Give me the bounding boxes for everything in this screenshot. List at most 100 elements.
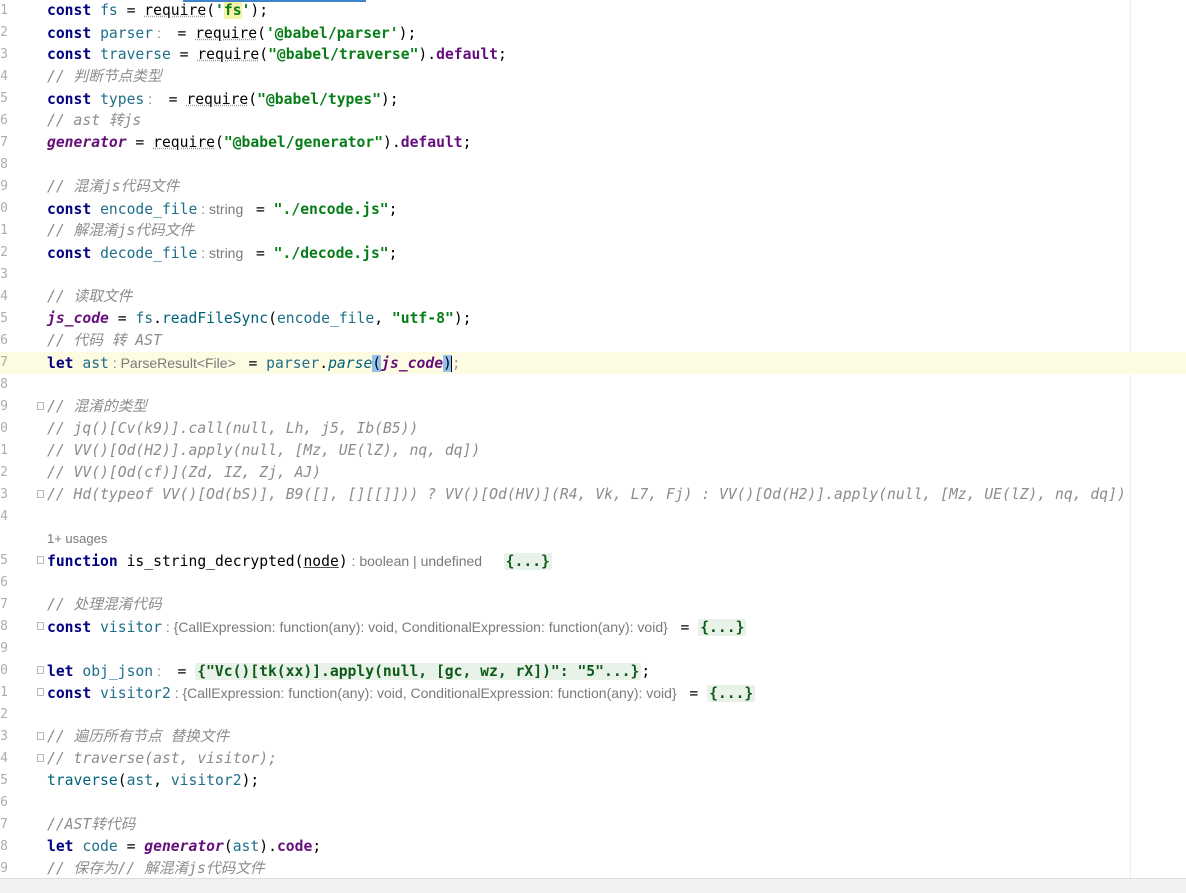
code-line-13[interactable]: 3 bbox=[0, 264, 1186, 286]
type-hint: : boolean | undefined bbox=[347, 553, 486, 569]
line-number: 5 bbox=[0, 553, 8, 568]
comment: // 混淆的类型 bbox=[47, 398, 147, 415]
folded-block[interactable]: {...} bbox=[707, 685, 756, 702]
code-line-4[interactable]: 4 // 判断节点类型 bbox=[0, 66, 1186, 88]
comment: // 代码 转 AST bbox=[47, 332, 162, 349]
type-hint: : bbox=[153, 25, 169, 41]
folded-block[interactable]: {"Vc()[tk(xx)].apply(null, [gc, wz, rX])… bbox=[195, 663, 642, 680]
comment: // jq()[Cv(k9)].call(null, Lh, j5, Ib(B5… bbox=[47, 420, 419, 437]
fold-icon[interactable] bbox=[37, 556, 44, 564]
string-literal: '@babel/parser' bbox=[265, 25, 399, 42]
line-number: 6 bbox=[0, 113, 8, 128]
type-hint: : ParseResult<File> bbox=[108, 355, 240, 371]
call: require bbox=[144, 2, 207, 19]
code-line-37[interactable]: 7 //AST转代码 bbox=[0, 814, 1186, 836]
code-line-29[interactable]: 9 bbox=[0, 638, 1186, 660]
global-variable: generator bbox=[47, 134, 127, 151]
code-line-17-current[interactable]: 7 let ast : ParseResult<File> = parser.p… bbox=[0, 352, 1186, 374]
type-hint: : {CallExpression: function(any): void, … bbox=[161, 619, 672, 635]
code-line-36[interactable]: 6 bbox=[0, 792, 1186, 814]
comment: // 读取文件 bbox=[47, 288, 133, 305]
line-number: 1 bbox=[0, 443, 8, 458]
line-number: 1 bbox=[0, 3, 8, 18]
code-line-28[interactable]: 8 const visitor : {CallExpression: funct… bbox=[0, 616, 1186, 638]
code-line-14[interactable]: 4 // 读取文件 bbox=[0, 286, 1186, 308]
type-hint: : {CallExpression: function(any): void, … bbox=[170, 685, 681, 701]
code-line-3[interactable]: 3 const traverse = require("@babel/trave… bbox=[0, 44, 1186, 66]
keyword: const bbox=[47, 2, 92, 19]
code-line-31[interactable]: 1 const visitor2 : {CallExpression: func… bbox=[0, 682, 1186, 704]
line-number: 4 bbox=[0, 751, 8, 766]
code-line-1[interactable]: 1 const fs = require('fs'); bbox=[0, 0, 1186, 22]
fold-icon[interactable] bbox=[37, 732, 44, 740]
code-line-39[interactable]: 9 // 保存为// 解混淆js代码文件 bbox=[0, 858, 1186, 878]
comment: // 处理混淆代码 bbox=[47, 596, 162, 613]
line-number: 3 bbox=[0, 487, 8, 502]
usages-hint[interactable]: 1+ usages bbox=[47, 528, 107, 550]
code-line-5[interactable]: 5 const types : = require("@babel/types"… bbox=[0, 88, 1186, 110]
comment: // 解混淆js代码文件 bbox=[47, 222, 195, 239]
code-line-34[interactable]: 4 // traverse(ast, visitor); bbox=[0, 748, 1186, 770]
fold-icon[interactable] bbox=[37, 754, 44, 762]
line-number: 6 bbox=[0, 575, 8, 590]
comment: // 保存为// 解混淆js代码文件 bbox=[47, 860, 265, 877]
code-line-38[interactable]: 8 let code = generator(ast).code; bbox=[0, 836, 1186, 858]
function-name: is_string_decrypted bbox=[126, 553, 295, 570]
matched-paren: ( bbox=[372, 355, 382, 372]
code-line-9[interactable]: 9 // 混淆js代码文件 bbox=[0, 176, 1186, 198]
fold-icon[interactable] bbox=[37, 402, 44, 410]
code-line-20[interactable]: 0 // jq()[Cv(k9)].call(null, Lh, j5, Ib(… bbox=[0, 418, 1186, 440]
code-line-35[interactable]: 5 traverse(ast, visitor2); bbox=[0, 770, 1186, 792]
comment: // Hd(typeof VV()[Od(bS)], B9([], [][[]]… bbox=[47, 486, 1126, 503]
code-line-10[interactable]: 0 const encode_file : string = "./encode… bbox=[0, 198, 1186, 220]
folded-block[interactable]: {...} bbox=[698, 619, 747, 636]
line-number: 9 bbox=[0, 399, 8, 414]
fold-icon[interactable] bbox=[37, 666, 44, 674]
line-number: 9 bbox=[0, 179, 8, 194]
code-line-27[interactable]: 7 // 处理混淆代码 bbox=[0, 594, 1186, 616]
line-number: 4 bbox=[0, 69, 8, 84]
code-line-15[interactable]: 5 js_code = fs.readFileSync(encode_file,… bbox=[0, 308, 1186, 330]
string-literal: fs bbox=[223, 2, 242, 19]
code-line-19[interactable]: 9 // 混淆的类型 bbox=[0, 396, 1186, 418]
code-line-32[interactable]: 2 bbox=[0, 704, 1186, 726]
code-line-22[interactable]: 2 // VV()[Od(cf)](Zd, IZ, Zj, AJ) bbox=[0, 462, 1186, 484]
string-literal: "@babel/traverse" bbox=[268, 46, 419, 63]
line-number: 2 bbox=[0, 465, 8, 480]
code-editor[interactable]: 1 const fs = require('fs'); 2 const pars… bbox=[0, 0, 1186, 878]
code-line-2[interactable]: 2 const parser : = require('@babel/parse… bbox=[0, 22, 1186, 44]
code-line-30[interactable]: 0 let obj_json : = {"Vc()[tk(xx)].apply(… bbox=[0, 660, 1186, 682]
bottom-scroll-area[interactable] bbox=[0, 878, 1186, 893]
fold-icon[interactable] bbox=[37, 490, 44, 498]
code-line-25[interactable]: 5 function is_string_decrypted(node) : b… bbox=[0, 550, 1186, 572]
code-line-12[interactable]: 2 const decode_file : string = "./decode… bbox=[0, 242, 1186, 264]
code-line-26[interactable]: 6 bbox=[0, 572, 1186, 594]
comment: // ast 转js bbox=[47, 112, 142, 129]
code-line-11[interactable]: 1 // 解混淆js代码文件 bbox=[0, 220, 1186, 242]
line-number: 3 bbox=[0, 267, 8, 282]
fold-icon[interactable] bbox=[37, 688, 44, 696]
folded-block[interactable]: {...} bbox=[503, 553, 552, 570]
code-line-8[interactable]: 8 bbox=[0, 154, 1186, 176]
code-line-18[interactable]: 8 bbox=[0, 374, 1186, 396]
line-number: 9 bbox=[0, 861, 8, 876]
code-line-23[interactable]: 3 // Hd(typeof VV()[Od(bS)], B9([], [][[… bbox=[0, 484, 1186, 506]
code-line-6[interactable]: 6 // ast 转js bbox=[0, 110, 1186, 132]
comment: // 判断节点类型 bbox=[47, 68, 162, 85]
code-line-33[interactable]: 3 // 遍历所有节点 替换文件 bbox=[0, 726, 1186, 748]
line-number: 2 bbox=[0, 25, 8, 40]
code-line-7[interactable]: 7 generator = require("@babel/generator"… bbox=[0, 132, 1186, 154]
line-number: 9 bbox=[0, 641, 8, 656]
line-number: 6 bbox=[0, 333, 8, 348]
code-line-16[interactable]: 6 // 代码 转 AST bbox=[0, 330, 1186, 352]
comment: // VV()[Od(H2)].apply(null, [Mz, UE(lZ),… bbox=[47, 442, 481, 459]
code-line-24[interactable]: 4 bbox=[0, 506, 1186, 528]
line-number: 7 bbox=[0, 817, 8, 832]
identifier: fs bbox=[100, 2, 118, 19]
line-number: 1 bbox=[0, 223, 8, 238]
code-line-21[interactable]: 1 // VV()[Od(H2)].apply(null, [Mz, UE(lZ… bbox=[0, 440, 1186, 462]
line-number: 3 bbox=[0, 47, 8, 62]
fold-icon[interactable] bbox=[37, 622, 44, 630]
type-hint: : string bbox=[197, 245, 248, 261]
comment: // 混淆js代码文件 bbox=[47, 178, 180, 195]
